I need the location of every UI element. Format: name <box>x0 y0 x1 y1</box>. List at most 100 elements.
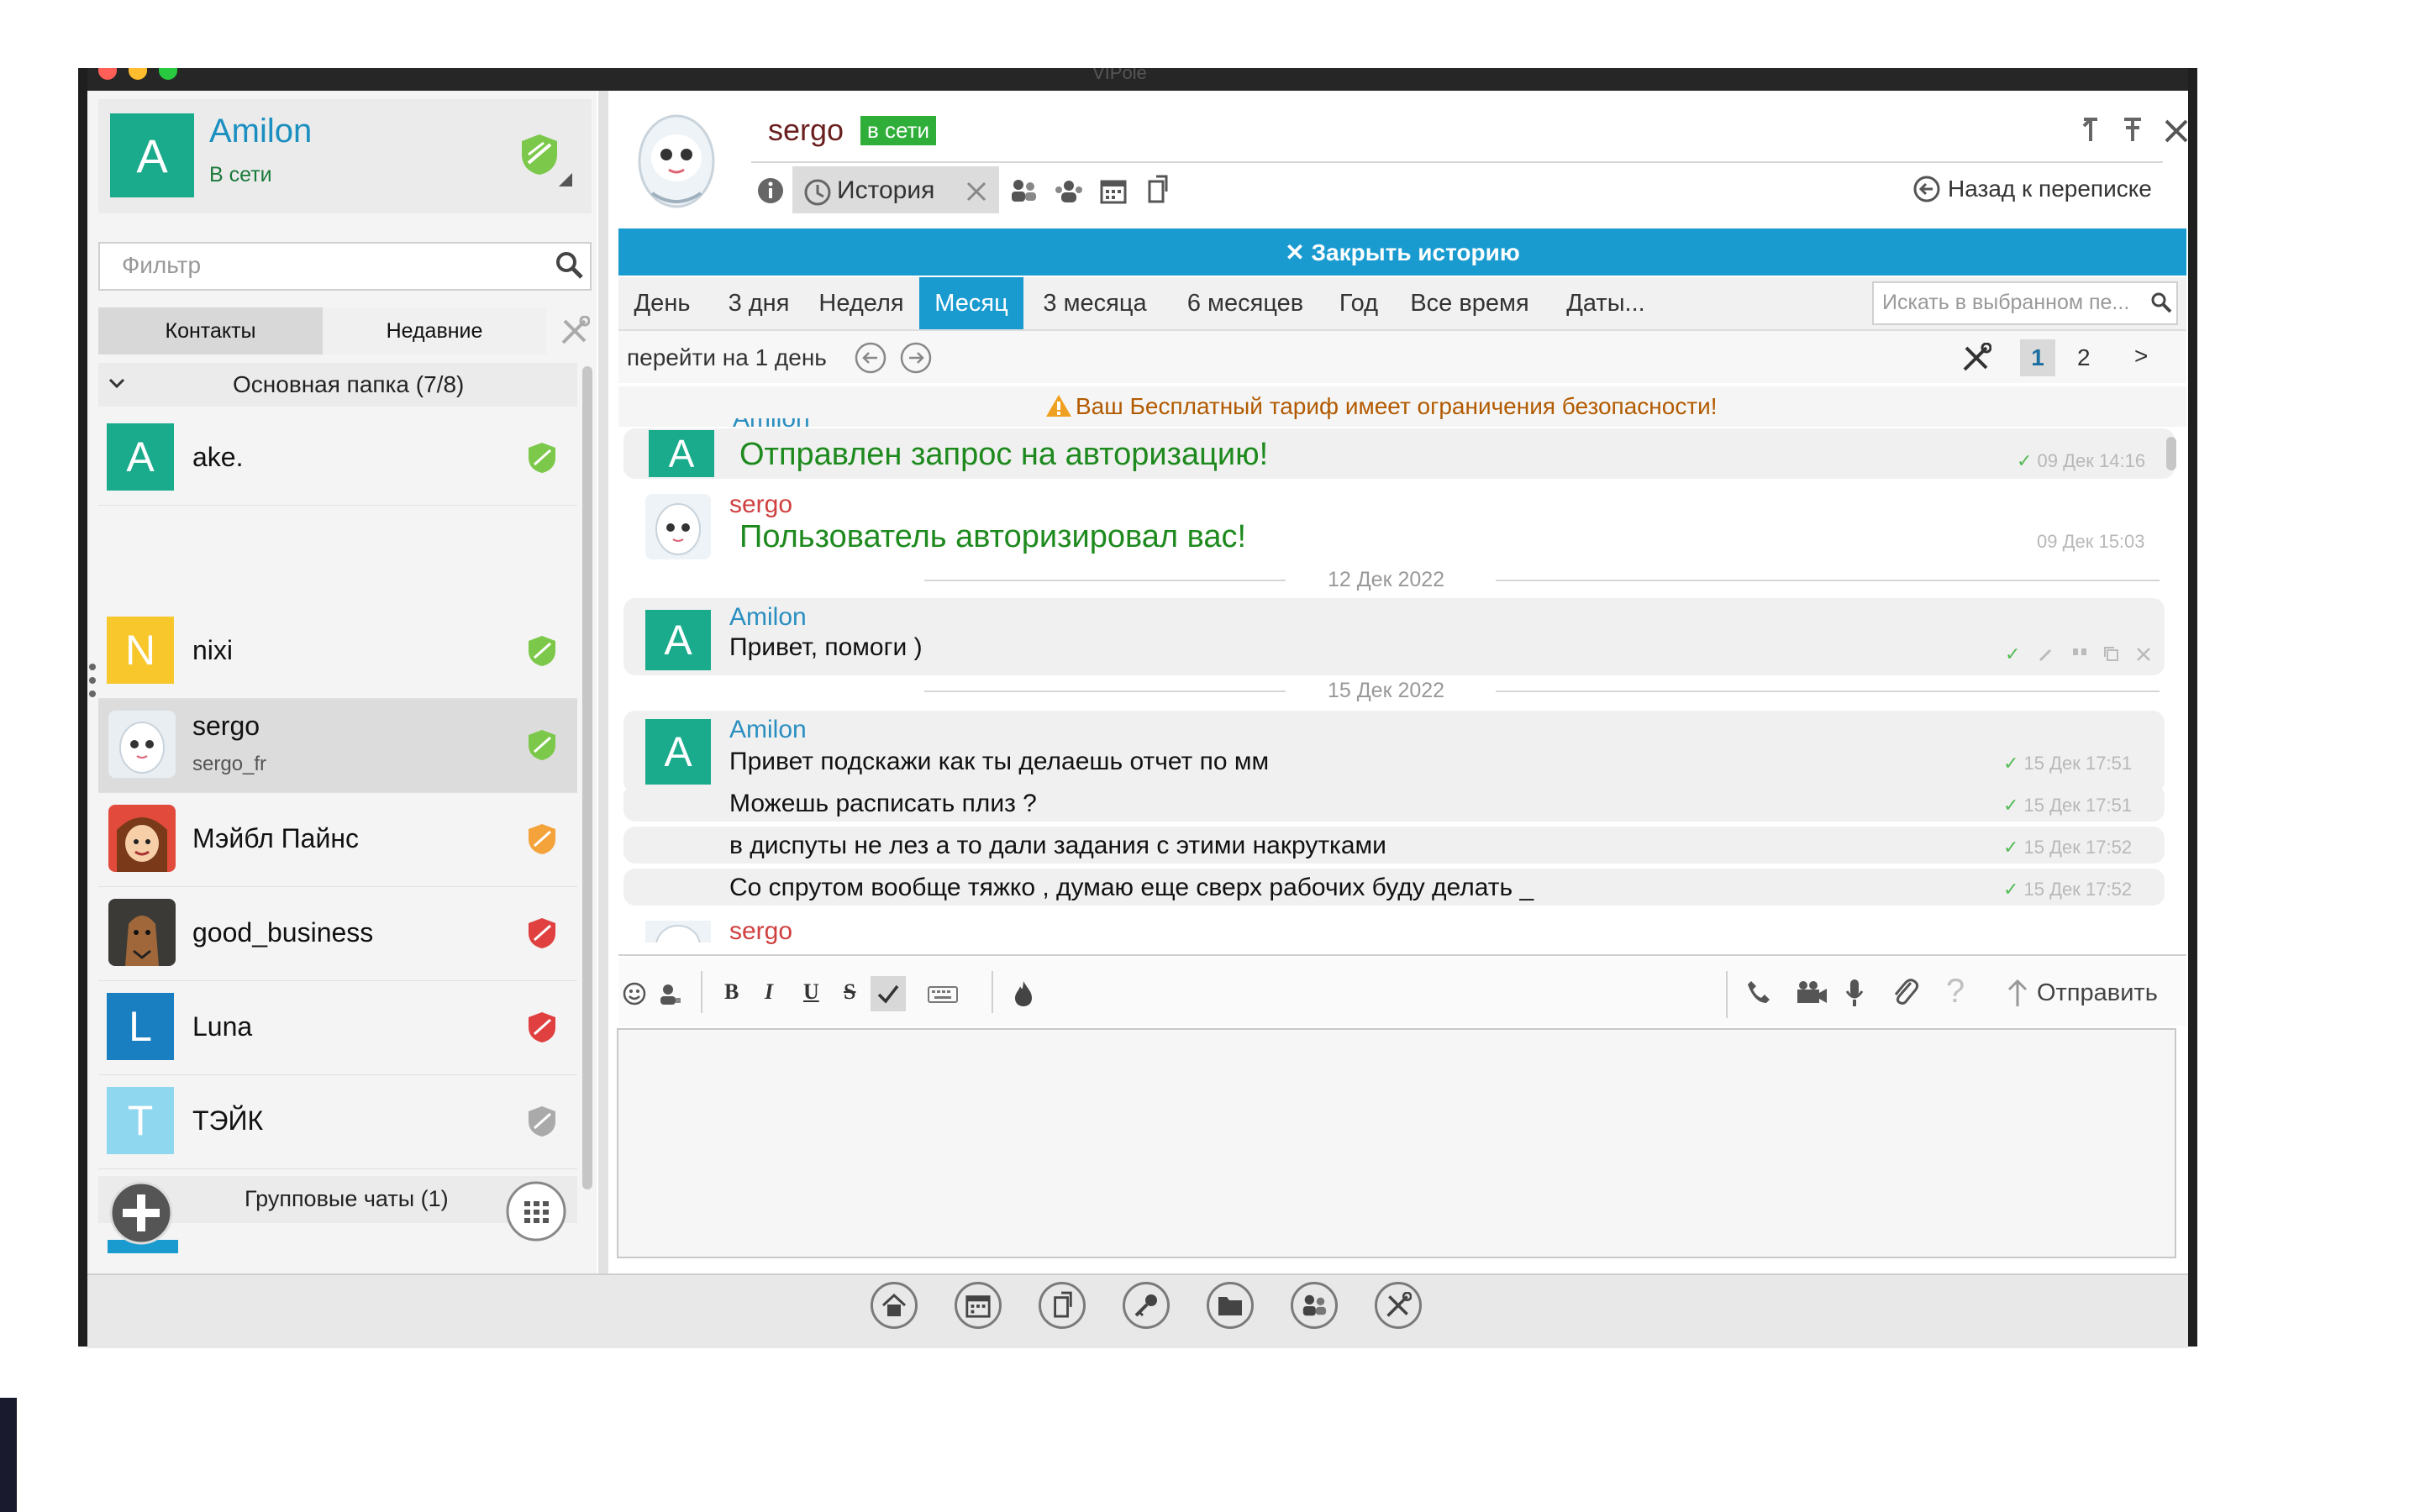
self-destruct-fire-icon[interactable] <box>1012 979 1035 1008</box>
group-icon[interactable] <box>1054 178 1084 205</box>
contact-item-nixi[interactable]: N nixi <box>98 605 577 699</box>
keypad-icon[interactable] <box>504 1179 568 1243</box>
composer-divider <box>618 954 2186 956</box>
pin-icon[interactable] <box>2079 116 2102 144</box>
avatar-letter: T <box>127 1097 154 1144</box>
contact-item-sergo[interactable]: sergo sergo_fr <box>98 699 577 793</box>
avatar: A <box>649 430 714 477</box>
corner-resize-icon[interactable] <box>559 173 572 186</box>
help-icon[interactable]: ? <box>1946 973 1965 1011</box>
history-label: История <box>837 176 935 204</box>
profile-card[interactable]: A Amilon В сети <box>98 99 592 213</box>
contacts-exchange-button[interactable] <box>1291 1282 1338 1329</box>
strikethrough-button[interactable]: S <box>844 979 855 1005</box>
send-arrow-icon[interactable] <box>2007 978 2028 1008</box>
drag-handle[interactable] <box>89 664 96 702</box>
message-input[interactable] <box>617 1028 2176 1258</box>
spellcheck-icon[interactable] <box>871 976 906 1011</box>
security-shield-icon[interactable] <box>518 133 560 176</box>
tab-week[interactable]: Неделя <box>810 277 913 329</box>
info-icon[interactable] <box>756 176 785 205</box>
contact-name: good_business <box>192 917 374 948</box>
calendar-icon[interactable] <box>1099 176 1128 205</box>
underline-button[interactable]: U <box>803 979 819 1005</box>
warning-icon <box>1046 395 1071 417</box>
contacts-exchange-icon[interactable] <box>1008 176 1039 205</box>
tab-3-days[interactable]: 3 дня <box>713 277 805 329</box>
next-arrow-icon[interactable] <box>899 341 933 375</box>
pin-top-icon[interactable] <box>2121 116 2144 144</box>
add-contact-button[interactable] <box>108 1179 175 1247</box>
zoom-window-button[interactable] <box>159 68 177 80</box>
next-page-button[interactable]: > <box>2134 343 2148 370</box>
tab-day[interactable]: День <box>622 277 702 329</box>
back-arrow-icon[interactable] <box>1912 175 1941 203</box>
contact-card-icon[interactable] <box>657 981 682 1006</box>
panel-divider[interactable] <box>598 91 608 1273</box>
edit-icon[interactable] <box>2037 645 2055 664</box>
contacts-scrollbar[interactable] <box>582 366 592 1189</box>
note-icon[interactable] <box>1144 175 1170 205</box>
date-separator: 15 Дек 2022 <box>1328 679 1445 702</box>
message-author: sergo <box>729 491 793 518</box>
shield-icon <box>529 730 555 760</box>
settings-button[interactable] <box>1375 1282 1422 1329</box>
send-button[interactable]: Отправить <box>2037 979 2158 1007</box>
emoji-icon[interactable] <box>622 981 647 1006</box>
tab-all-time[interactable]: Все время <box>1398 277 1541 329</box>
video-call-icon[interactable] <box>1795 979 1828 1005</box>
phone-icon[interactable] <box>1744 978 1773 1006</box>
tools-icon[interactable] <box>560 316 590 346</box>
contact-item-teik[interactable]: T ТЭЙК <box>98 1075 577 1169</box>
search-icon[interactable] <box>2149 291 2173 314</box>
close-history-bar[interactable]: ✕ Закрыть историю <box>618 228 2186 276</box>
contact-item-luna[interactable]: L Luna <box>98 981 577 1075</box>
attach-icon[interactable] <box>1891 976 1921 1010</box>
minimize-window-button[interactable] <box>129 68 147 80</box>
tab-month[interactable]: Месяц <box>919 277 1023 329</box>
contact-item-ake[interactable]: A ake. <box>98 412 577 506</box>
profile-status[interactable]: В сети <box>209 163 272 187</box>
calendar-button[interactable] <box>955 1282 1002 1329</box>
passwords-button[interactable] <box>1123 1282 1170 1329</box>
search-icon[interactable] <box>555 250 585 281</box>
messages-scrollbar[interactable] <box>2166 437 2176 470</box>
quote-icon[interactable] <box>2070 645 2089 664</box>
delete-icon[interactable] <box>2134 645 2153 664</box>
contact-avatar-large[interactable] <box>627 101 726 210</box>
bold-button[interactable]: B <box>724 979 739 1005</box>
contact-item-mabel[interactable]: Мэйбл Пайнс <box>98 793 577 887</box>
tab-recent[interactable]: Недавние <box>323 307 546 354</box>
page-2[interactable]: 2 <box>2077 344 2091 371</box>
tab-6-months[interactable]: 6 месяцев <box>1170 277 1321 329</box>
files-button[interactable] <box>1207 1282 1254 1329</box>
calendar-icon <box>965 1295 991 1318</box>
folder-header[interactable]: Основная папка (7/8) <box>98 363 577 407</box>
contact-item-good-business[interactable]: good_business <box>98 887 577 981</box>
prev-arrow-icon[interactable] <box>854 341 887 375</box>
home-button[interactable] <box>871 1282 918 1329</box>
close-history-icon[interactable] <box>965 180 988 203</box>
message-text: Можешь расписать плиз ? <box>729 790 1037 817</box>
microphone-icon[interactable] <box>1844 978 1865 1008</box>
copy-icon[interactable] <box>2102 645 2121 664</box>
message-time: ✓ 15 Дек 17:52 <box>2003 879 2132 900</box>
back-to-chat-link[interactable]: Назад к переписке <box>1948 176 2152 202</box>
keyboard-icon[interactable] <box>928 984 958 1005</box>
tab-year[interactable]: Год <box>1328 277 1390 329</box>
chevron-down-icon[interactable] <box>107 373 127 393</box>
italic-button[interactable]: I <box>765 979 773 1005</box>
avatar-letter: A <box>664 617 692 664</box>
notes-button[interactable] <box>1039 1282 1086 1329</box>
close-window-button[interactable] <box>98 68 117 80</box>
tariff-warning-text[interactable]: Ваш Бесплатный тариф имеет ограничения б… <box>1076 393 1718 420</box>
tab-3-months[interactable]: 3 месяца <box>1032 277 1158 329</box>
close-icon[interactable] <box>2163 118 2190 144</box>
contact-name: ake. <box>192 442 244 472</box>
tab-dates[interactable]: Даты... <box>1551 277 1660 329</box>
tab-contacts[interactable]: Контакты <box>98 307 323 354</box>
page-1[interactable]: 1 <box>2020 339 2055 376</box>
date-separator-line <box>1496 580 2160 581</box>
tools-icon[interactable] <box>1961 343 1991 373</box>
key-icon <box>1134 1294 1157 1317</box>
